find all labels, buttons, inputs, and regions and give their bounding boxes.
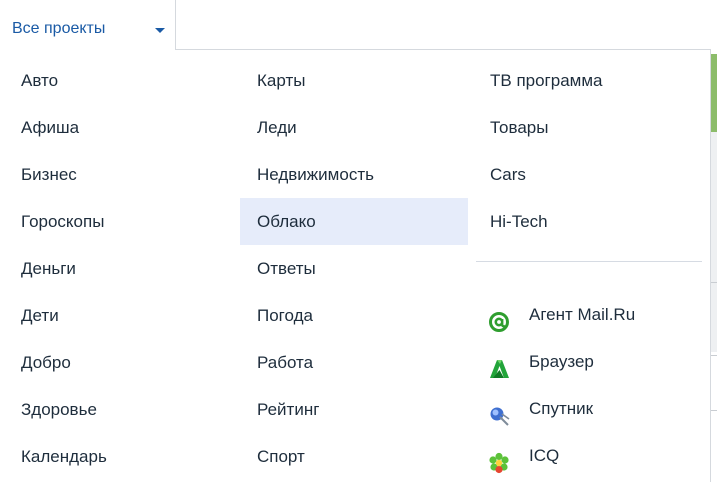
chevron-down-icon (155, 28, 165, 33)
browser-icon (488, 351, 510, 378)
menu-item-kids[interactable]: Дети (0, 292, 236, 339)
mail-agent-icon (488, 304, 510, 332)
menu-item-lady[interactable]: Леди (240, 104, 468, 151)
menu-item-weather[interactable]: Погода (240, 292, 468, 339)
menu-item-business[interactable]: Бизнес (0, 151, 236, 198)
background-line (711, 410, 717, 411)
menu-item-auto[interactable]: Авто (0, 57, 236, 104)
menu-item-afisha[interactable]: Афиша (0, 104, 236, 151)
icq-icon (488, 445, 510, 474)
app-label: Спутник (529, 399, 594, 418)
app-label: Браузер (529, 352, 594, 371)
menu-item-cloud[interactable]: Облако (240, 198, 468, 245)
projects-dropdown-menu: Авто Афиша Бизнес Гороскопы Деньги Дети … (0, 49, 711, 482)
all-projects-dropdown-button[interactable]: Все проекты (0, 0, 176, 50)
page: Все проекты Авто Афиша Бизнес Гороскопы … (0, 0, 717, 482)
sputnik-icon (488, 398, 510, 426)
menu-item-horoscopes[interactable]: Гороскопы (0, 198, 236, 245)
app-label: ICQ (529, 446, 560, 465)
menu-item-sport[interactable]: Спорт (240, 433, 468, 480)
menu-item-rating[interactable]: Рейтинг (240, 386, 468, 433)
background-page-edge-grey (711, 132, 717, 352)
menu-item-calendar[interactable]: Календарь (0, 433, 236, 480)
menu-item-tv-program[interactable]: ТВ программа (474, 57, 706, 104)
menu-item-maps[interactable]: Карты (240, 57, 468, 104)
menu-divider (476, 261, 702, 262)
menu-item-health[interactable]: Здоровье (0, 386, 236, 433)
menu-item-goods[interactable]: Товары (474, 104, 706, 151)
app-item-icq[interactable]: ICQ (474, 432, 706, 479)
app-item-mail-agent[interactable]: Агент Mail.Ru (474, 291, 706, 338)
menu-item-answers[interactable]: Ответы (240, 245, 468, 292)
menu-item-realty[interactable]: Недвижимость (240, 151, 468, 198)
projects-column-3: ТВ программа Товары Cars Hi-Tech Агент M… (474, 57, 706, 479)
menu-item-hi-tech[interactable]: Hi-Tech (474, 198, 706, 245)
app-item-browser[interactable]: Браузер (474, 338, 706, 385)
projects-column-1: Авто Афиша Бизнес Гороскопы Деньги Дети … (0, 57, 236, 480)
menu-item-jobs[interactable]: Работа (240, 339, 468, 386)
all-projects-label: Все проекты (12, 20, 106, 37)
background-line (711, 355, 717, 356)
menu-item-cars[interactable]: Cars (474, 151, 706, 198)
background-line (711, 282, 717, 283)
background-page-edge (711, 54, 717, 132)
menu-item-charity[interactable]: Добро (0, 339, 236, 386)
app-item-sputnik[interactable]: Спутник (474, 385, 706, 432)
projects-column-2: Карты Леди Недвижимость Облако Ответы По… (240, 57, 468, 480)
menu-item-money[interactable]: Деньги (0, 245, 236, 292)
app-label: Агент Mail.Ru (529, 305, 636, 324)
